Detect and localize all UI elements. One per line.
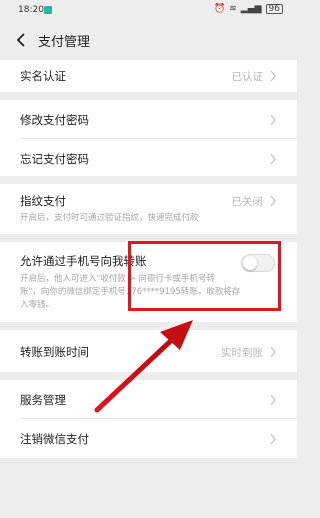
forget-password-label: 忘记支付密码	[20, 152, 89, 166]
chevron-right-icon	[270, 153, 276, 165]
page-title: 支付管理	[38, 35, 91, 50]
realname-status: 已认证	[231, 71, 264, 83]
signal-icon: ▂▄▆	[240, 4, 262, 14]
arrival-time-value: 实时到账	[221, 347, 263, 359]
service-card: 服务管理 注销微信支付	[0, 380, 297, 458]
fingerprint-row[interactable]: 指纹支付 已关闭 开启后，支付时可通过验证指纹，快速完成付款	[0, 184, 297, 234]
chevron-right-icon	[270, 114, 276, 126]
fingerprint-status: 已关闭	[231, 196, 264, 208]
arrival-time-label: 转账到账时间	[20, 345, 89, 359]
status-bar: 18:20 ⏰ ≋ ▂▄▆ 96	[0, 0, 297, 20]
status-time: 18:20	[18, 5, 44, 15]
app-notification-icon	[44, 6, 52, 14]
chevron-right-icon	[270, 195, 276, 207]
chevron-right-icon	[270, 70, 276, 82]
annotation-highlight-box	[128, 241, 281, 311]
realname-row[interactable]: 实名认证 已认证	[0, 60, 297, 92]
forget-password-row[interactable]: 忘记支付密码	[0, 139, 297, 176]
change-password-row[interactable]: 修改支付密码	[0, 100, 297, 138]
arrival-time-row[interactable]: 转账到账时间 实时到账	[0, 330, 297, 372]
fingerprint-label: 指纹支付	[20, 194, 66, 208]
service-management-label: 服务管理	[20, 393, 66, 407]
nav-header: 支付管理	[0, 20, 297, 60]
change-password-label: 修改支付密码	[20, 113, 89, 127]
status-icons: ⏰ ≋ ▂▄▆ 96	[214, 4, 283, 14]
chevron-right-icon	[270, 394, 276, 406]
chevron-right-icon	[270, 433, 276, 445]
realname-label: 实名认证	[20, 69, 66, 83]
battery-icon: 96	[265, 4, 283, 14]
back-arrow-icon[interactable]	[12, 30, 30, 50]
wifi-icon: ≋	[229, 4, 237, 14]
cancel-wechat-pay-label: 注销微信支付	[20, 432, 89, 446]
alarm-icon: ⏰	[214, 4, 226, 14]
cancel-wechat-pay-row[interactable]: 注销微信支付	[0, 419, 297, 458]
service-management-row[interactable]: 服务管理	[0, 380, 297, 418]
chevron-right-icon	[270, 346, 276, 358]
password-card: 修改支付密码 忘记支付密码	[0, 100, 297, 176]
fingerprint-description: 开启后，支付时可通过验证指纹，快速完成付款	[20, 213, 199, 223]
